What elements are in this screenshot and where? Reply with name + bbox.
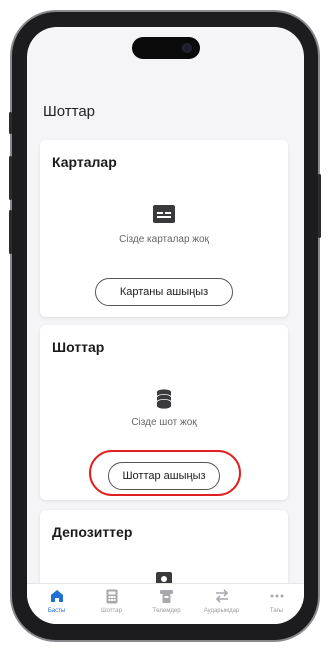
tab-label: Аударымдар — [203, 608, 240, 614]
calculator-icon — [106, 588, 118, 604]
camera-icon — [182, 43, 192, 53]
app-screen: Шоттар Карталар Сізде карталар жоқ Карта… — [27, 27, 304, 624]
tab-more[interactable]: Тағы — [249, 588, 304, 614]
tab-label: Басты — [47, 608, 66, 614]
tab-accounts[interactable]: Шоттар — [84, 588, 139, 614]
card-icon — [152, 202, 176, 226]
open-card-button[interactable]: Картаны ашыңыз — [95, 278, 233, 306]
empty-message: Сізде карталар жоқ — [119, 234, 209, 245]
more-dots-icon — [270, 588, 284, 604]
tab-transfers[interactable]: Аударымдар — [194, 588, 249, 614]
home-icon — [50, 588, 64, 604]
tab-home[interactable]: Басты — [29, 588, 84, 614]
side-button-mute — [9, 112, 12, 134]
tab-label: Тағы — [269, 608, 284, 614]
dynamic-island — [132, 37, 200, 59]
open-accounts-button[interactable]: Шоттар ашыңыз — [108, 462, 220, 490]
accounts-section-card: Шоттар Сізде шот жоқ Шоттар ашыңыз — [40, 325, 288, 500]
empty-message: Сізде шот жоқ — [131, 417, 197, 428]
side-button-volume-up — [9, 156, 12, 200]
card-title: Карталар — [52, 154, 117, 170]
tab-label: Төлемдер — [152, 608, 181, 614]
card-title: Депозиттер — [52, 524, 133, 540]
card-title: Шоттар — [52, 339, 105, 355]
tab-payments[interactable]: Төлемдер — [139, 588, 194, 614]
transfer-arrows-icon — [214, 588, 230, 604]
page-title: Шоттар — [43, 103, 96, 120]
tab-label: Шоттар — [101, 608, 122, 614]
coins-stack-icon — [152, 387, 176, 411]
side-button-volume-down — [9, 210, 12, 254]
payment-terminal-icon — [159, 588, 174, 604]
bottom-tab-bar: Басты Шоттар Төлемдер Аударымдар Тағы — [27, 583, 304, 624]
side-button-power — [318, 174, 321, 238]
cards-section-card: Карталар Сізде карталар жоқ Картаны ашың… — [40, 140, 288, 317]
